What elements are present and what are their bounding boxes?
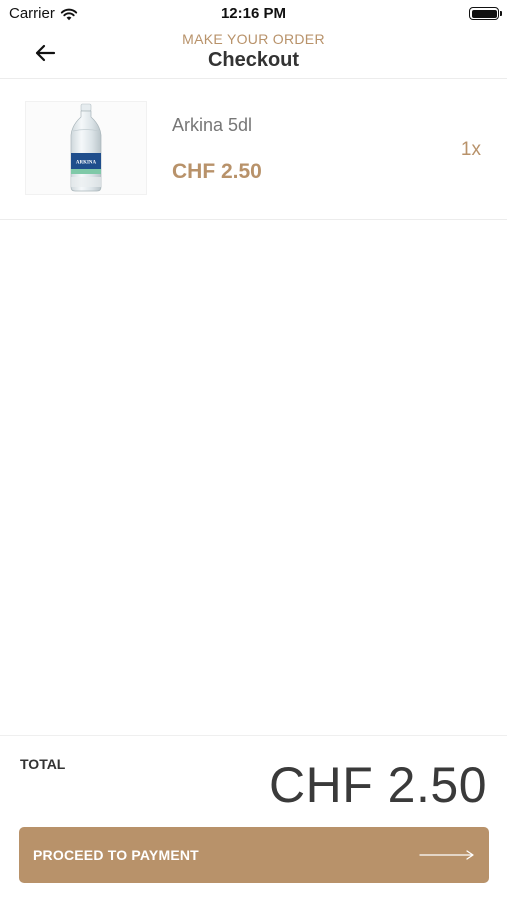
nav-header: MAKE YOUR ORDER Checkout (0, 28, 507, 79)
product-name: Arkina 5dl (172, 115, 253, 135)
header-subtitle: MAKE YOUR ORDER (182, 31, 325, 47)
order-footer: TOTAL CHF 2.50 PROCEED TO PAYMENT (0, 735, 507, 900)
pay-button-label: PROCEED TO PAYMENT (33, 847, 199, 863)
cart-item[interactable]: ARKINA Arkina 5dl CHF 2.50 1x (0, 79, 507, 220)
product-price: CHF 2.50 (172, 160, 262, 183)
product-image: ARKINA (25, 101, 147, 195)
product-quantity: 1x (460, 139, 481, 160)
page-title: Checkout (207, 49, 300, 71)
total-label: TOTAL (20, 756, 66, 772)
battery-icon (469, 7, 502, 20)
bottle-label-text: ARKINA (76, 161, 97, 166)
water-bottle-image: ARKINA (70, 103, 102, 192)
total-amount: CHF 2.50 (269, 757, 487, 813)
status-time: 12:16 PM (220, 5, 287, 22)
checkout-screen: Carrier 12:16 PM MAKE YOUR ORDER Checkou… (0, 0, 507, 900)
long-arrow-right-icon (419, 850, 474, 860)
status-bar: Carrier 12:16 PM (0, 0, 507, 28)
proceed-to-payment-button[interactable]: PROCEED TO PAYMENT (19, 827, 489, 883)
